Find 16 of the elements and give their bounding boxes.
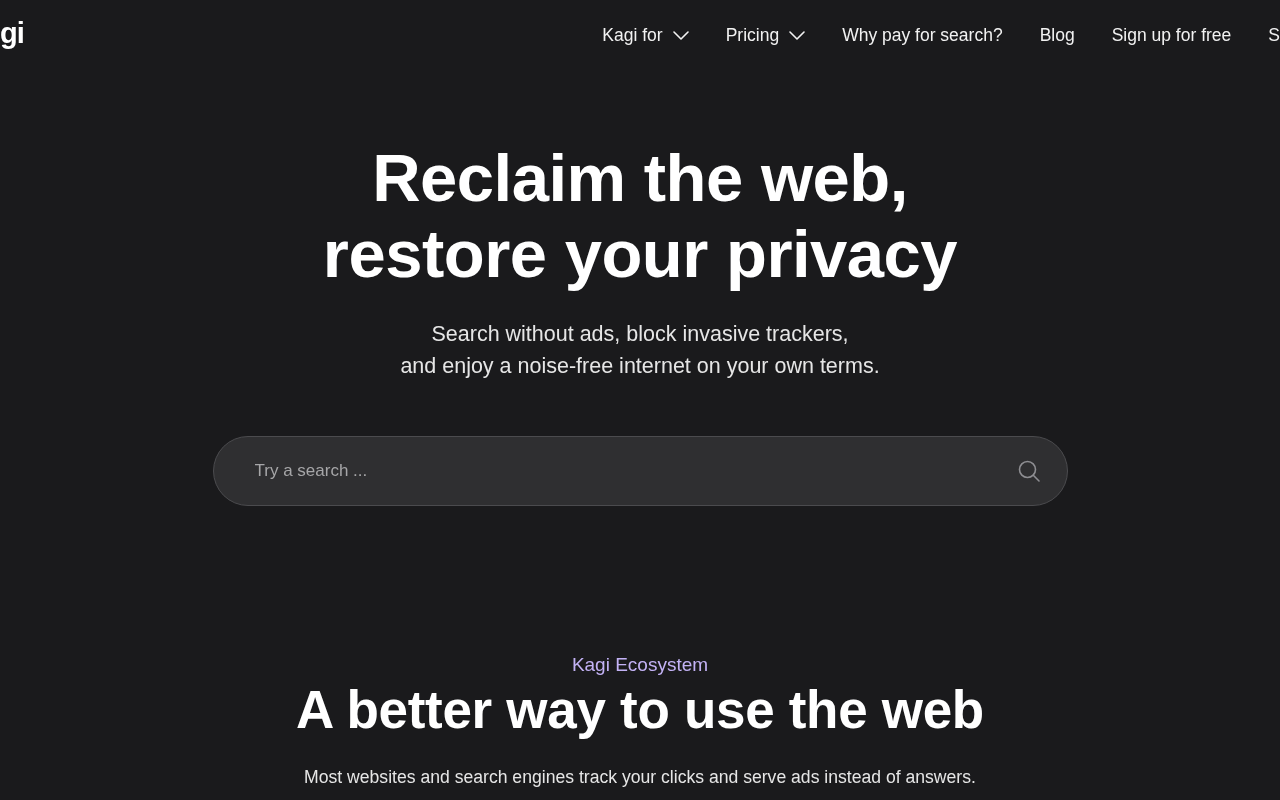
search-field[interactable]: Try a search ... [212, 436, 1068, 506]
nav-link[interactable]: S [1268, 24, 1280, 46]
search-icon[interactable] [1017, 460, 1040, 482]
nav-dropdown[interactable]: Pricing [725, 24, 806, 46]
nav-dropdown[interactable]: Kagi for [602, 24, 689, 46]
nav-link[interactable]: Why pay for search? [842, 24, 1003, 46]
nav-link[interactable]: Blog [1039, 24, 1075, 46]
hero-subtitle: Search without ads, block invasive trackers, and enjoy a noise-free internet on your own terms. [400, 321, 880, 380]
hero-title: Reclaim the web, restore your privacy [322, 140, 958, 292]
section-intro: Most websites and search engines track your clicks and serve ads instead of answers. [304, 766, 976, 789]
nav-link[interactable]: Sign up for free [1111, 24, 1232, 46]
chevron-down-icon [672, 30, 689, 40]
logo[interactable]: gi [0, 18, 24, 48]
chevron-down-icon [789, 30, 806, 40]
section-heading: A better way to use the web [296, 680, 984, 740]
section-eyebrow: Kagi Ecosystem [571, 653, 709, 677]
